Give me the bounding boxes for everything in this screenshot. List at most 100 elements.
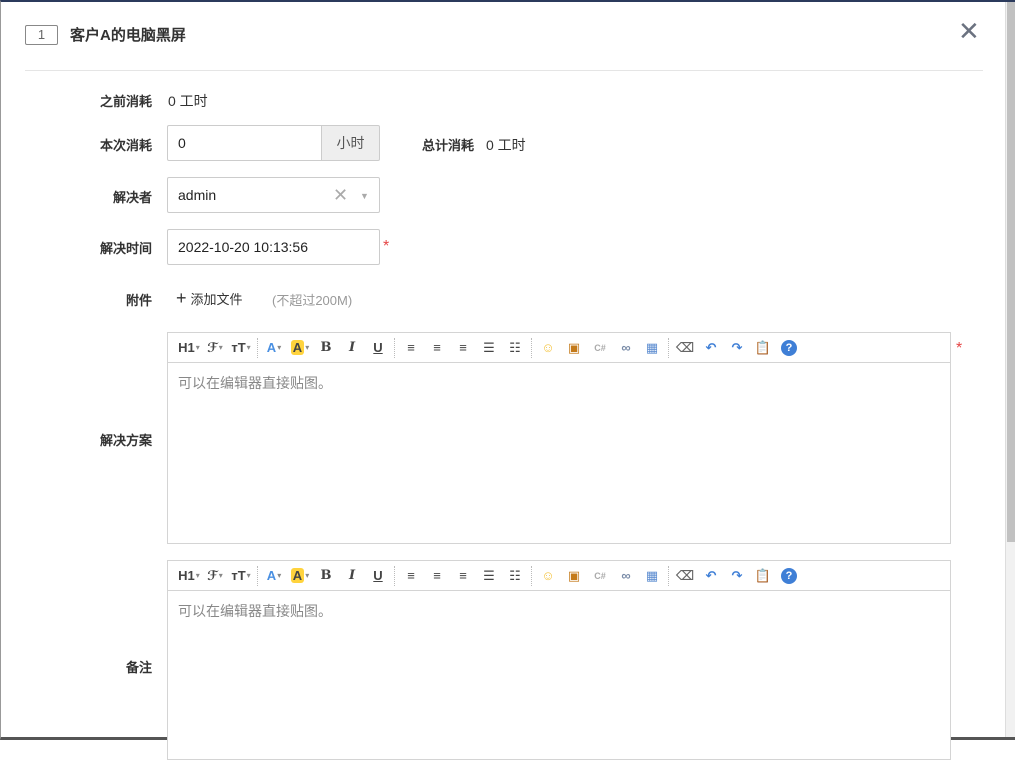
align-left-icon[interactable]: ≡ <box>398 565 424 587</box>
chevron-down-icon[interactable]: ▼ <box>360 179 369 213</box>
bold-button[interactable]: B <box>313 565 339 587</box>
remark-editor[interactable]: H1▾ℱ▾ᴛT▾A▾A▾BIU≡≡≡☰☷☺▣C#∞▦⌫↶↷📋? 可以在编辑器直接… <box>167 560 951 760</box>
editor-toolbar: H1▾ℱ▾ᴛT▾A▾A▾BIU≡≡≡☰☷☺▣C#∞▦⌫↶↷📋? <box>168 561 950 591</box>
toolbar-separator <box>394 566 395 586</box>
chevron-down-icon: ▾ <box>277 571 281 580</box>
insert-image-icon[interactable]: ▣ <box>561 565 587 587</box>
paste-icon[interactable]: 📋 <box>750 565 776 587</box>
italic-button[interactable]: I <box>339 337 365 359</box>
ordered-list-icon[interactable]: ☰ <box>476 565 502 587</box>
font-color-button[interactable]: A▾ <box>261 337 287 359</box>
font-family-button-label: ℱ <box>207 568 218 584</box>
resolve-time-input[interactable]: 2022-10-20 10:13:56 <box>167 229 380 265</box>
align-left-icon[interactable]: ≡ <box>398 337 424 359</box>
editor-toolbar: H1▾ℱ▾ᴛT▾A▾A▾BIU≡≡≡☰☷☺▣C#∞▦⌫↶↷📋? <box>168 333 950 363</box>
link-icon[interactable]: ∞ <box>613 337 639 359</box>
editor-placeholder[interactable]: 可以在编辑器直接贴图。 <box>168 363 950 403</box>
insert-image-icon[interactable]: ▣ <box>561 337 587 359</box>
resolve-time-label: 解决时间 <box>0 238 152 257</box>
font-color-button-label: A <box>267 340 276 355</box>
header-divider <box>25 70 983 71</box>
italic-button-label: I <box>349 340 355 355</box>
paste-icon[interactable]: 📋 <box>750 337 776 359</box>
add-file-label: 添加文件 <box>191 289 243 308</box>
add-file-button[interactable]: + 添加文件 <box>176 288 243 309</box>
chevron-down-icon: ▾ <box>247 571 251 580</box>
font-size-button[interactable]: ᴛT▾ <box>228 565 254 587</box>
help-icon[interactable]: ? <box>781 568 797 584</box>
close-icon[interactable]: ✕ <box>958 18 980 44</box>
total-cost-value: 0 工时 <box>486 135 526 155</box>
total-cost-label: 总计消耗 <box>322 135 474 154</box>
required-mark: * <box>956 340 962 358</box>
bold-button[interactable]: B <box>313 337 339 359</box>
table-icon[interactable]: ▦ <box>639 565 665 587</box>
align-right-icon[interactable]: ≡ <box>450 565 476 587</box>
font-family-button[interactable]: ℱ▾ <box>202 565 228 587</box>
align-center-icon[interactable]: ≡ <box>424 337 450 359</box>
emoji-icon[interactable]: ☺ <box>535 565 561 587</box>
table-icon[interactable]: ▦ <box>639 337 665 359</box>
chevron-down-icon: ▾ <box>196 571 200 580</box>
heading-button[interactable]: H1▾ <box>176 565 202 587</box>
prev-cost-label: 之前消耗 <box>0 91 152 110</box>
clear-icon[interactable]: ✕ <box>333 178 348 212</box>
editor-placeholder[interactable]: 可以在编辑器直接贴图。 <box>168 591 950 631</box>
solution-label: 解决方案 <box>0 430 152 449</box>
toolbar-separator <box>668 338 669 358</box>
chevron-down-icon: ▾ <box>305 571 309 580</box>
undo-icon[interactable]: ↶ <box>698 565 724 587</box>
highlight-button[interactable]: A▾ <box>287 565 313 587</box>
ordered-list-icon[interactable]: ☰ <box>476 337 502 359</box>
font-size-button-label: ᴛT <box>231 340 245 355</box>
redo-icon[interactable]: ↷ <box>724 337 750 359</box>
chevron-down-icon: ▾ <box>219 343 223 352</box>
highlight-button-label: A <box>291 568 304 583</box>
toolbar-separator <box>531 566 532 586</box>
link-icon[interactable]: ∞ <box>613 565 639 587</box>
font-size-button-label: ᴛT <box>231 568 245 583</box>
file-limit-hint: (不超过200M) <box>272 290 352 309</box>
italic-button[interactable]: I <box>339 565 365 587</box>
code-icon[interactable]: C# <box>587 337 613 359</box>
code-icon[interactable]: C# <box>587 565 613 587</box>
font-color-button[interactable]: A▾ <box>261 565 287 587</box>
solution-editor[interactable]: H1▾ℱ▾ᴛT▾A▾A▾BIU≡≡≡☰☷☺▣C#∞▦⌫↶↷📋? 可以在编辑器直接… <box>167 332 951 544</box>
toolbar-separator <box>394 338 395 358</box>
heading-button-label: H1 <box>178 568 195 583</box>
redo-icon[interactable]: ↷ <box>724 565 750 587</box>
highlight-button[interactable]: A▾ <box>287 337 313 359</box>
toolbar-separator <box>668 566 669 586</box>
font-color-button-label: A <box>267 568 276 583</box>
align-center-icon[interactable]: ≡ <box>424 565 450 587</box>
font-family-button[interactable]: ℱ▾ <box>202 337 228 359</box>
this-cost-input[interactable]: 0 <box>167 125 322 161</box>
unordered-list-icon[interactable]: ☷ <box>502 337 528 359</box>
font-family-button-label: ℱ <box>207 340 218 356</box>
font-size-button[interactable]: ᴛT▾ <box>228 337 254 359</box>
eraser-icon[interactable]: ⌫ <box>672 337 698 359</box>
toolbar-separator <box>531 338 532 358</box>
resolver-label: 解决者 <box>0 187 152 206</box>
dialog-header: 1 客户A的电脑黑屏 <box>25 24 186 45</box>
underline-button[interactable]: U <box>365 565 391 587</box>
chevron-down-icon: ▾ <box>247 343 251 352</box>
emoji-icon[interactable]: ☺ <box>535 337 561 359</box>
eraser-icon[interactable]: ⌫ <box>672 565 698 587</box>
undo-icon[interactable]: ↶ <box>698 337 724 359</box>
help-icon[interactable]: ? <box>781 340 797 356</box>
highlight-button-label: A <box>291 340 304 355</box>
unordered-list-icon[interactable]: ☷ <box>502 565 528 587</box>
underline-button-label: U <box>373 340 382 355</box>
resolver-select[interactable]: admin ✕ ▼ <box>167 177 380 213</box>
scrollbar[interactable] <box>1005 2 1015 737</box>
scrollbar-thumb[interactable] <box>1007 2 1015 542</box>
chevron-down-icon: ▾ <box>219 571 223 580</box>
remark-label: 备注 <box>0 657 152 676</box>
underline-button[interactable]: U <box>365 337 391 359</box>
toolbar-separator <box>257 566 258 586</box>
chevron-down-icon: ▾ <box>196 343 200 352</box>
heading-button[interactable]: H1▾ <box>176 337 202 359</box>
align-right-icon[interactable]: ≡ <box>450 337 476 359</box>
dialog-title: 客户A的电脑黑屏 <box>70 24 186 45</box>
